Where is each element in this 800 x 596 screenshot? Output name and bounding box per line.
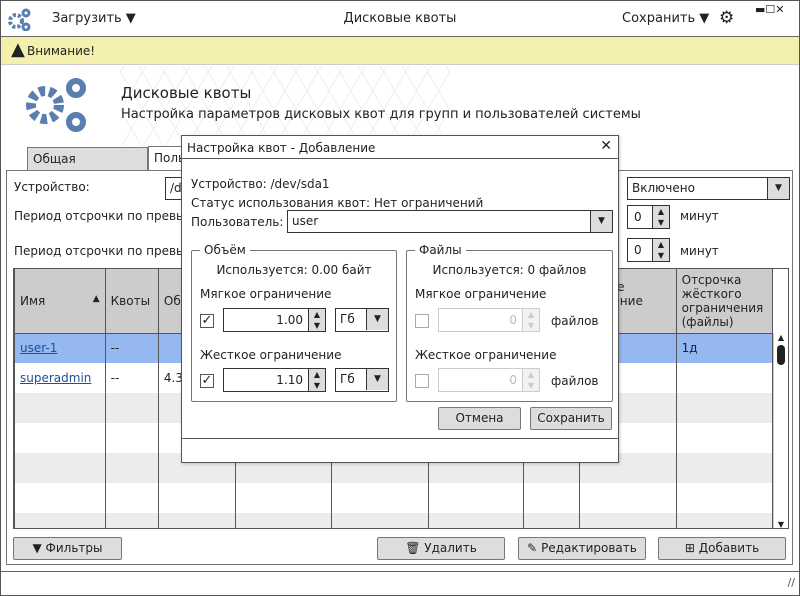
scrollbar[interactable]: ▲ ▼	[773, 333, 788, 528]
resize-grip-icon[interactable]: //	[788, 576, 795, 589]
cancel-button[interactable]: Отмена	[438, 407, 521, 430]
files-soft-checkbox[interactable]	[415, 314, 429, 328]
files-soft-label: Мягкое ограничение	[415, 287, 547, 301]
dialog-title-bar: Настройка квот - Добавление ✕	[182, 136, 618, 159]
save-button[interactable]: Сохранить	[530, 407, 612, 430]
hex-background	[120, 66, 450, 146]
files-hard-label: Жесткое ограничение	[415, 348, 557, 362]
files-hard-unit: файлов	[551, 374, 599, 388]
edit-button[interactable]: ✎ Редактировать	[518, 537, 646, 560]
page-title: Дисковые квоты	[121, 84, 252, 102]
chevron-down-icon: ▼	[767, 178, 789, 199]
quota-dialog: Настройка квот - Добавление ✕ Устройство…	[181, 135, 619, 463]
cell: 1д	[675, 333, 774, 363]
period-files-label: Период отсрочки по превыше	[14, 244, 204, 258]
filter-icon: ▼	[32, 541, 42, 555]
period-files-unit: минут	[680, 244, 719, 258]
sort-asc-icon: ▲	[92, 293, 100, 304]
dialog-footer-divider	[182, 438, 618, 439]
gear-icon[interactable]: ⚙	[719, 8, 734, 28]
user-link[interactable]: user-1	[20, 341, 57, 355]
scrollbar-thumb[interactable]	[777, 345, 785, 365]
add-button[interactable]: ⊞ Добавить	[658, 537, 786, 560]
user-select[interactable]: user ▼	[287, 210, 613, 233]
device-label: Устройство:	[14, 180, 90, 194]
period-files-spinner[interactable]: 0 ▲ ▼	[627, 238, 670, 262]
warning-icon: ▲	[11, 39, 25, 60]
files-used: Используется: 0 файлов	[432, 263, 587, 277]
column-name[interactable]: Имя ▲	[14, 269, 106, 334]
gears-logo-icon	[26, 78, 86, 132]
plus-box-icon: ⊞	[684, 541, 695, 555]
volume-legend: Объём	[200, 243, 250, 257]
close-icon[interactable]: ✕	[600, 138, 612, 154]
user-label: Пользователь:	[191, 215, 284, 229]
delete-button[interactable]: 🗑 Удалить	[377, 537, 505, 560]
volume-hard-label: Жесткое ограничение	[200, 348, 342, 362]
dialog-title: Настройка квот - Добавление	[187, 141, 376, 155]
page-subtitle: Настройка параметров дисковых квот для г…	[121, 107, 641, 122]
tab-general-stats[interactable]: Общая статистика	[27, 147, 148, 180]
period-blocks-spinner[interactable]: 0 ▲ ▼	[627, 205, 670, 229]
period-blocks-unit: минут	[680, 209, 719, 223]
files-group: Файлы Используется: 0 файлов Мягкое огра…	[406, 243, 613, 402]
cell: --	[104, 363, 159, 393]
column-quotas[interactable]: Квоты	[104, 269, 159, 334]
volume-used: Используется: 0.00 байт	[216, 263, 372, 277]
save-menu[interactable]: Сохранить ▼	[622, 11, 709, 26]
volume-soft-spinner[interactable]: 1.00 ▲ ▼	[223, 308, 326, 332]
volume-hard-checkbox[interactable]: ✓	[200, 374, 214, 388]
volume-soft-checkbox[interactable]: ✓	[200, 314, 214, 328]
files-soft-spinner[interactable]: 0 ▲ ▼	[438, 308, 540, 332]
volume-hard-unit-select[interactable]: Гб ▼	[335, 368, 389, 392]
volume-group: Объём Используется: 0.00 байт Мягкое огр…	[191, 243, 397, 402]
window-controls[interactable]: ▬☐✕	[755, 3, 784, 16]
dialog-device: Устройство: /dev/sda1	[191, 177, 330, 191]
trash-icon: 🗑	[405, 541, 421, 555]
files-legend: Файлы	[415, 243, 466, 257]
title-bar: Загрузить ▼ Дисковые квоты Сохранить ▼ ⚙…	[1, 1, 799, 37]
volume-soft-unit-select[interactable]: Гб ▼	[335, 308, 389, 332]
files-soft-unit: файлов	[551, 314, 599, 328]
files-hard-spinner[interactable]: 0 ▲ ▼	[438, 368, 540, 392]
period-blocks-label: Период отсрочки по превыше	[14, 209, 204, 223]
status-select[interactable]: Включено ▼	[627, 177, 790, 200]
edit-icon: ✎	[527, 541, 538, 555]
cell: --	[104, 333, 159, 363]
filters-button[interactable]: ▼ Фильтры	[13, 537, 122, 560]
warning-text: Внимание!	[27, 44, 96, 58]
warning-bar: ▲ Внимание!	[1, 37, 799, 65]
status-bar: //	[1, 571, 799, 595]
files-hard-checkbox[interactable]	[415, 374, 429, 388]
user-link[interactable]: superadmin	[20, 371, 91, 385]
column-hard-grace-files[interactable]: Отсрочка жёсткого ограничения (файлы)	[675, 269, 774, 334]
volume-soft-label: Мягкое ограничение	[200, 287, 332, 301]
chevron-down-icon: ▼	[590, 211, 612, 232]
dialog-quota-status: Статус использования квот: Нет ограничен…	[191, 196, 484, 210]
volume-hard-spinner[interactable]: 1.10 ▲ ▼	[223, 368, 326, 392]
